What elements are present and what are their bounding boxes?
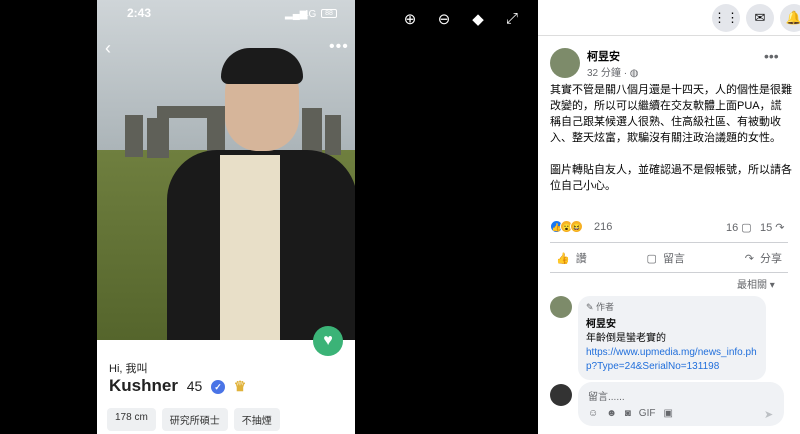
comment-text: 年齡倒是蠻老實的 xyxy=(586,333,666,344)
like-label: 讚 xyxy=(575,253,587,265)
tag-height: 178 cm xyxy=(107,408,156,431)
fullscreen-icon[interactable]: ⤢ xyxy=(502,10,522,28)
profile-age: 45 xyxy=(186,378,203,394)
comment-sort-dropdown[interactable]: 最相關 ▾ xyxy=(737,276,775,291)
post-time[interactable]: 32 分鐘 xyxy=(587,68,621,79)
profile-photo xyxy=(97,0,355,340)
tag-smoking: 不抽煙 xyxy=(233,408,280,431)
send-icon[interactable]: ➤ xyxy=(764,408,773,421)
zoom-out-icon[interactable]: ⊖ xyxy=(434,10,454,28)
profile-name: Kushner xyxy=(109,376,178,395)
author-badge: ✎ 作者 xyxy=(586,302,615,312)
profile-info: Hi, 我叫 Kushner 45 ✓ ♛ 178 cm 研究所碩士 不抽煙 xyxy=(97,340,355,434)
verified-icon: ✓ xyxy=(211,379,226,394)
profile-tags: 178 cm 研究所碩士 不抽煙 xyxy=(107,408,280,431)
post-actions: 👍 讚 ▢ 留言 ↷ 分享 xyxy=(550,248,788,268)
share-label: 分享 xyxy=(759,253,782,265)
like-button[interactable]: 👍 讚 xyxy=(550,248,593,268)
greeting: Hi, 我叫 xyxy=(109,363,148,375)
post-paragraph-2: 圖片轉貼自友人，並確認過不是假帳號，所以請各位自己小心。 xyxy=(550,164,792,192)
notifications-icon[interactable]: 🔔 xyxy=(780,4,800,32)
comment-button[interactable]: ▢ 留言 xyxy=(641,248,691,268)
composer-tools: ☺ ☻ ◙ GIF ▣ xyxy=(588,408,673,419)
comment-label: 留言 xyxy=(662,253,685,265)
commenter-avatar[interactable] xyxy=(550,296,572,318)
reaction-icons[interactable]: 👍 😮 😆 xyxy=(550,220,583,233)
zoom-in-icon[interactable]: ⊕ xyxy=(400,10,420,28)
emoji-icon[interactable]: ☻ xyxy=(606,408,617,419)
back-icon[interactable]: ‹ xyxy=(105,38,111,59)
tag-icon[interactable]: ◆ xyxy=(468,10,488,28)
viewer-toolbar: ⊕ ⊖ ◆ ⤢ xyxy=(400,10,522,28)
share-count[interactable]: 15 ↷ xyxy=(760,221,785,234)
reaction-count[interactable]: 216 xyxy=(594,221,612,233)
globe-icon: · ◍ xyxy=(623,68,639,79)
network-label: 4G xyxy=(303,9,317,20)
haha-reaction-icon: 😆 xyxy=(570,220,583,233)
share-icon: ↷ xyxy=(744,252,754,265)
comment-input[interactable]: 留言...... ☺ ☻ ◙ GIF ▣ ➤ xyxy=(578,382,784,426)
comment-composer: 留言...... ☺ ☻ ◙ GIF ▣ ➤ xyxy=(550,382,788,428)
gif-icon[interactable]: GIF xyxy=(639,408,656,419)
thumbs-up-icon: 👍 xyxy=(556,252,570,265)
divider xyxy=(550,242,788,243)
share-button[interactable]: ↷ 分享 xyxy=(739,248,788,268)
post-options-icon[interactable]: ••• xyxy=(764,48,779,64)
commenter-name[interactable]: 柯昱安 xyxy=(586,315,758,330)
author-name[interactable]: 柯昱安 xyxy=(587,48,620,64)
profile-name-row: Kushner 45 ✓ ♛ xyxy=(109,376,246,396)
status-bar: 2:43 ▂▄▆ 4G 88 xyxy=(97,0,355,30)
more-icon[interactable]: ••• xyxy=(329,38,349,56)
post-paragraph-1: 其實不管是關八個月還是十四天，人的個性是很難改變的，所以可以繼續在交友軟體上面P… xyxy=(550,84,792,144)
comment-placeholder: 留言...... xyxy=(588,392,625,403)
comment-count[interactable]: 16 ▢ xyxy=(726,221,752,234)
camera-icon[interactable]: ◙ xyxy=(625,408,631,419)
top-bar: ⋮⋮ ✉ 🔔 xyxy=(538,0,800,36)
battery-icon: 88 xyxy=(321,9,337,18)
author-avatar[interactable] xyxy=(550,48,580,78)
comment-icon: ▢ xyxy=(646,252,657,265)
divider xyxy=(550,272,788,273)
crown-icon: ♛ xyxy=(233,378,247,395)
messenger-icon[interactable]: ✉ xyxy=(746,4,774,32)
dating-profile-screenshot: 2:43 ▂▄▆ 4G 88 ‹ ••• ♥ Hi, 我叫 Kushner 45… xyxy=(97,0,355,434)
post: 柯昱安 32 分鐘 · ◍ ••• 其實不管是關八個月還是十四天，人的個性是很難… xyxy=(538,36,800,434)
comment-bubble: ✎ 作者 柯昱安 年齡倒是蠻老實的 https://www.upmedia.mg… xyxy=(578,296,766,380)
post-body: 其實不管是關八個月還是十四天，人的個性是很難改變的，所以可以繼續在交友軟體上面P… xyxy=(550,82,792,210)
avatar-sticker-icon[interactable]: ☺ xyxy=(588,408,598,419)
post-meta: 32 分鐘 · ◍ xyxy=(587,64,639,79)
status-time: 2:43 xyxy=(127,6,152,20)
sticker-icon[interactable]: ▣ xyxy=(663,408,672,419)
like-heart-button[interactable]: ♥ xyxy=(313,326,343,356)
tag-education: 研究所碩士 xyxy=(161,408,228,431)
current-user-avatar[interactable] xyxy=(550,384,572,406)
post-stats: 👍 😮 😆 216 16 ▢ 15 ↷ xyxy=(550,220,788,236)
comment-link[interactable]: https://www.upmedia.mg/news_info.php?Typ… xyxy=(586,346,758,374)
menu-grid-icon[interactable]: ⋮⋮ xyxy=(712,4,740,32)
facebook-post-panel: ⋮⋮ ✉ 🔔 柯昱安 32 分鐘 · ◍ ••• 其實不管是關八個月還是十四天，… xyxy=(538,0,800,434)
image-viewer: ⊕ ⊖ ◆ ⤢ 2:43 ▂▄▆ 4G 88 ‹ ••• ♥ Hi, 我叫 Ku… xyxy=(0,0,538,434)
